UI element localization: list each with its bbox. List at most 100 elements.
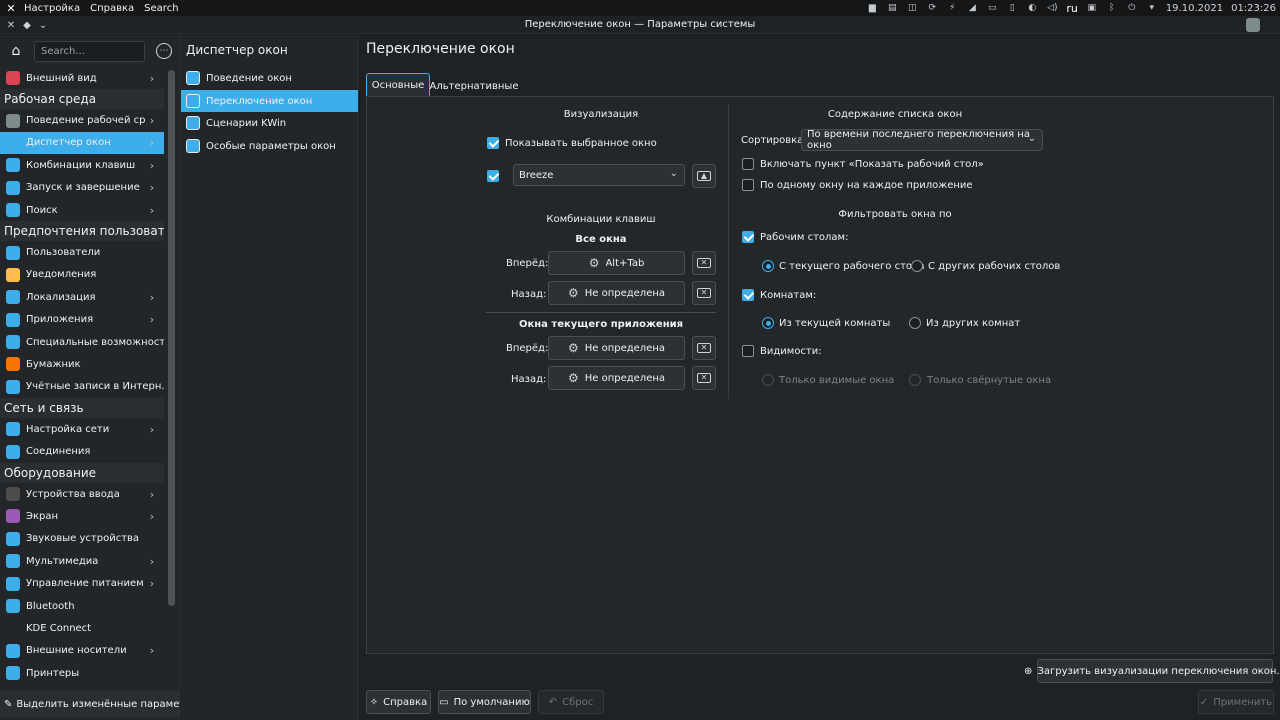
devices-icon[interactable]: ◫	[906, 2, 918, 14]
more-options-icon[interactable]: ⋯	[156, 43, 172, 59]
other-activities-radio[interactable]	[909, 317, 921, 329]
clear-shortcut-button[interactable]: ✕	[692, 281, 716, 305]
other-desktops-radio[interactable]	[911, 260, 923, 272]
image-icon: ▲	[697, 171, 711, 181]
search-input[interactable]: Search...	[34, 41, 145, 62]
menu-help[interactable]: Справка	[90, 3, 134, 14]
clear-shortcut-button[interactable]: ✕	[692, 251, 716, 275]
subcategory-kwin-scripts[interactable]: Сценарии KWin	[181, 112, 358, 134]
pen-icon: ✎	[4, 698, 13, 710]
theme-value: Breeze	[519, 169, 554, 181]
battery-icon[interactable]: ▯	[1006, 2, 1018, 14]
bluetooth-icon[interactable]: ᛒ	[1106, 2, 1118, 14]
download-switchers-button[interactable]: ⊕ Загрузить визуализации переключения ок…	[1024, 659, 1280, 683]
sort-order-combo[interactable]: По времени последнего переключения на ок…	[801, 129, 1043, 151]
current-activity-radio[interactable]	[762, 317, 774, 329]
sidebar-item[interactable]: Внешний вид ›	[0, 67, 164, 89]
visualization-enabled-checkbox[interactable]	[487, 170, 499, 182]
sidebar-item[interactable]: Bluetooth	[0, 595, 164, 617]
app-launcher-icon[interactable]: ✕	[4, 1, 18, 15]
sidebar-item-label: KDE Connect	[26, 622, 92, 634]
sidebar-item[interactable]: Звуковые устройства	[0, 528, 164, 550]
all-windows-heading: Все окна	[575, 234, 627, 245]
chevron-right-icon: ›	[149, 136, 155, 150]
network-icon[interactable]: ◢	[966, 2, 978, 14]
time[interactable]: 01:23:26	[1231, 3, 1276, 14]
sidebar-item-label: Соединения	[26, 446, 91, 458]
vpn-icon[interactable]: ⚡	[946, 2, 958, 14]
keyboard-layout[interactable]: ru	[1066, 2, 1078, 15]
subcategory-window-behavior[interactable]: Поведение окон	[181, 67, 358, 89]
updates-icon[interactable]: ⟳	[926, 2, 938, 14]
one-window-per-app-checkbox[interactable]	[742, 179, 754, 191]
defaults-button[interactable]: ▭ По умолчанию	[438, 690, 531, 714]
subcategory-label: Поведение окон	[206, 72, 292, 84]
sidebar-item[interactable]: Принтеры	[0, 662, 164, 684]
only-visible-radio[interactable]	[762, 374, 774, 386]
sidebar-item[interactable]: Настройка сети ›	[0, 418, 164, 440]
sidebar-item[interactable]: Диспетчер окон ›	[0, 131, 164, 155]
sidebar-item[interactable]: Соединения	[0, 440, 164, 462]
sidebar-item[interactable]: Специальные возможности	[0, 331, 164, 353]
sidebar-item[interactable]: Мультимедиа ›	[0, 550, 164, 572]
power-icon[interactable]: ⏻	[1126, 2, 1138, 14]
sidebar-item[interactable]: Управление питанием ›	[0, 572, 164, 594]
sidebar-item[interactable]: Бумажник	[0, 353, 164, 375]
filter-activities-checkbox[interactable]	[742, 289, 754, 301]
sidebar-item[interactable]: Локализация ›	[0, 286, 164, 308]
tab-alternative[interactable]: Альтернативные	[430, 76, 519, 96]
volume-icon[interactable]: ◁)	[1046, 2, 1058, 14]
subcategory-window-rules[interactable]: Особые параметры окон	[181, 135, 358, 157]
subcategory-task-switcher[interactable]: Переключение окон	[181, 90, 358, 112]
help-button[interactable]: ✧ Справка	[366, 690, 431, 714]
sidebar-item[interactable]: Приложения ›	[0, 309, 164, 331]
app-forward-shortcut-button[interactable]: ⚙ Не определена	[548, 336, 685, 360]
sidebar-scrollbar[interactable]	[168, 70, 175, 606]
tab-main[interactable]: Основные	[366, 73, 430, 96]
sidebar-item[interactable]: KDE Connect	[0, 617, 164, 639]
menu-settings[interactable]: Настройка	[24, 3, 80, 14]
clear-shortcut-button[interactable]: ✕	[692, 336, 716, 360]
chevron-right-icon: ›	[149, 487, 155, 501]
only-minimized-radio[interactable]	[909, 374, 921, 386]
show-desktop-checkbox[interactable]	[742, 158, 754, 170]
all-forward-shortcut-button[interactable]: ⚙ Alt+Tab	[548, 251, 685, 275]
content-heading: Содержание списка окон	[827, 109, 963, 120]
preview-button[interactable]: ▲	[692, 164, 716, 188]
reset-button[interactable]: ↶ Сброс	[538, 690, 604, 714]
sidebar-item[interactable]: Поиск ›	[0, 199, 164, 221]
notifications-icon[interactable]: ▭	[986, 2, 998, 14]
input-devices-icon	[6, 487, 20, 502]
graph-icon[interactable]: ▆	[866, 2, 878, 14]
clear-shortcut-button[interactable]: ✕	[692, 366, 716, 390]
visualization-theme-combo[interactable]: Breeze ⌄	[513, 164, 685, 186]
app-backward-shortcut-button[interactable]: ⚙ Не определена	[548, 366, 685, 390]
current-app-windows-heading: Окна текущего приложения	[518, 319, 684, 330]
category-list: Внешний вид › Рабочая среда Поведение рабоч…	[0, 67, 164, 684]
sidebar-item[interactable]: Пользователи	[0, 241, 164, 263]
tray-expand-icon[interactable]: ▾	[1146, 2, 1158, 14]
filter-desktops-checkbox[interactable]	[742, 231, 754, 243]
date[interactable]: 19.10.2021	[1166, 3, 1223, 14]
shortcuts-divider	[486, 312, 716, 313]
sidebar-item[interactable]: Внешние носители ›	[0, 640, 164, 662]
sidebar-item[interactable]: Запуск и завершение ›	[0, 177, 164, 199]
filter-visibility-checkbox[interactable]	[742, 345, 754, 357]
show-selected-window-checkbox[interactable]	[487, 137, 499, 149]
apply-button[interactable]: ✓ Применить	[1198, 690, 1274, 714]
current-desktop-radio[interactable]	[762, 260, 774, 272]
home-icon[interactable]: ⌂	[6, 41, 26, 61]
defaults-icon: ▭	[439, 696, 449, 708]
highlight-changed-button[interactable]: ✎ Выделить изменённые параметр	[0, 690, 192, 718]
all-backward-shortcut-button[interactable]: ⚙ Не определена	[548, 281, 685, 305]
disk-icon[interactable]: ▣	[1086, 2, 1098, 14]
sidebar-item[interactable]: Поведение рабочей ср... ›	[0, 109, 164, 131]
sidebar-item[interactable]: Уведомления	[0, 264, 164, 286]
sidebar-item[interactable]: Учётные записи в Интерн...	[0, 376, 164, 398]
menu-search[interactable]: Search	[144, 3, 178, 14]
clipboard-icon[interactable]: ▤	[886, 2, 898, 14]
brightness-icon[interactable]: ◐	[1026, 2, 1038, 14]
sidebar-item[interactable]: Экран ›	[0, 505, 164, 527]
sidebar-item[interactable]: Устройства ввода ›	[0, 483, 164, 505]
sidebar-item[interactable]: Комбинации клавиш ›	[0, 154, 164, 176]
